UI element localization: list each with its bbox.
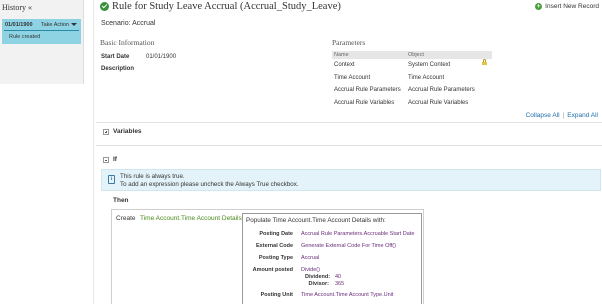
description-label: Description bbox=[101, 66, 135, 72]
field-value[interactable]: Generate External Code For Time Off() bbox=[301, 243, 396, 249]
scenario-label: Scenario: Accrual bbox=[101, 20, 156, 27]
variables-label[interactable]: Variables bbox=[113, 128, 142, 135]
take-action-dropdown[interactable]: Take Action bbox=[41, 22, 77, 28]
info-text-line2: To add an expression please uncheck the … bbox=[120, 181, 299, 188]
populate-title: Populate Time Account.Time Account Detai… bbox=[246, 217, 386, 224]
field-label: Posting Unit bbox=[260, 292, 293, 298]
check-circle-icon bbox=[100, 2, 109, 11]
divisor-value[interactable]: 365 bbox=[335, 281, 344, 287]
lock-icon bbox=[482, 59, 487, 66]
field-label: Amount posted bbox=[252, 267, 293, 273]
parameter-name: Time Account bbox=[334, 74, 371, 81]
parameter-object: System Context bbox=[408, 62, 451, 69]
then-label: Then bbox=[113, 197, 129, 204]
plus-circle-icon: + bbox=[535, 3, 543, 10]
field-value[interactable]: Divide() bbox=[301, 267, 320, 273]
parameters-table: Name Object Context System Context Time … bbox=[332, 51, 492, 109]
page-title: Rule for Study Leave Accrual (Accrual_St… bbox=[112, 1, 341, 12]
expand-all-link[interactable]: Expand All bbox=[567, 112, 598, 119]
expand-toggle-icon[interactable] bbox=[103, 129, 109, 135]
parameter-object: Time Account bbox=[408, 74, 445, 81]
caret-down-icon bbox=[71, 23, 77, 27]
collapse-all-link[interactable]: Collapse All bbox=[526, 112, 560, 119]
history-title[interactable]: History « bbox=[2, 3, 32, 12]
field-label: Posting Date bbox=[259, 231, 293, 237]
create-action: Create Time Account.Time Account Details… bbox=[111, 209, 424, 304]
panel-divider bbox=[93, 0, 94, 304]
column-header-object: Object bbox=[408, 52, 424, 58]
history-entry[interactable]: 01/01/1900 Take Action Rule created bbox=[2, 19, 81, 44]
dividend-label: Dividend: bbox=[305, 274, 331, 280]
collapse-expand-links: Collapse All | Expand All bbox=[526, 112, 598, 119]
dividend-value[interactable]: 40 bbox=[335, 274, 341, 280]
history-entry-status: Rule created bbox=[9, 34, 41, 40]
take-action-label: Take Action bbox=[40, 22, 69, 28]
parameter-name: Context bbox=[334, 62, 355, 69]
info-text-line1: This rule is always true. bbox=[120, 173, 185, 180]
create-label: Create bbox=[116, 215, 136, 222]
insert-new-record-button[interactable]: + Insert New Record bbox=[535, 3, 599, 10]
history-entry-date: 01/01/1900 bbox=[5, 22, 33, 28]
field-value[interactable]: Time Account.Time Account Type.Unit bbox=[301, 292, 393, 298]
parameter-object: Accrual Rule Variables bbox=[408, 99, 469, 106]
parameter-row: Time Account Time Account bbox=[332, 72, 492, 85]
link-separator: | bbox=[562, 112, 565, 119]
insert-new-record-label: Insert New Record bbox=[545, 3, 599, 10]
parameters-heading: Parameters bbox=[332, 38, 366, 47]
collapse-toggle-icon[interactable] bbox=[103, 157, 109, 163]
history-entry-divider bbox=[4, 30, 79, 31]
if-label: If bbox=[113, 156, 117, 163]
divider bbox=[96, 122, 602, 123]
parameter-row: Accrual Rule Parameters Accrual Rule Par… bbox=[332, 84, 492, 97]
parameter-row: Accrual Rule Variables Accrual Rule Vari… bbox=[332, 97, 492, 110]
field-label: Posting Type bbox=[258, 255, 293, 261]
field-value[interactable]: Accrual bbox=[301, 255, 319, 261]
info-banner: i This rule is always true. To add an ex… bbox=[101, 169, 601, 191]
start-date-label: Start Date bbox=[101, 54, 130, 60]
start-date-value: 01/01/1900 bbox=[146, 54, 177, 60]
parameter-name: Accrual Rule Parameters bbox=[334, 87, 401, 94]
create-target[interactable]: Time Account.Time Account Details bbox=[140, 215, 242, 222]
parameters-header-row: Name Object bbox=[332, 51, 492, 59]
populate-panel: Populate Time Account.Time Account Detai… bbox=[242, 213, 422, 304]
field-value[interactable]: Accrual Rule Parameters.Accruable Start … bbox=[301, 231, 414, 237]
basic-info-heading: Basic Information bbox=[100, 38, 155, 47]
divisor-label: Divisor: bbox=[308, 281, 329, 287]
parameter-name: Accrual Rule Variables bbox=[334, 99, 395, 106]
info-icon: i bbox=[108, 175, 115, 184]
history-panel: History « 01/01/1900 Take Action Rule cr… bbox=[0, 0, 84, 84]
parameter-object: Accrual Rule Parameters bbox=[408, 87, 475, 94]
parameter-row: Context System Context bbox=[332, 59, 492, 72]
field-label: External Code bbox=[256, 243, 293, 249]
divider bbox=[96, 145, 602, 146]
column-header-name: Name bbox=[334, 52, 349, 58]
